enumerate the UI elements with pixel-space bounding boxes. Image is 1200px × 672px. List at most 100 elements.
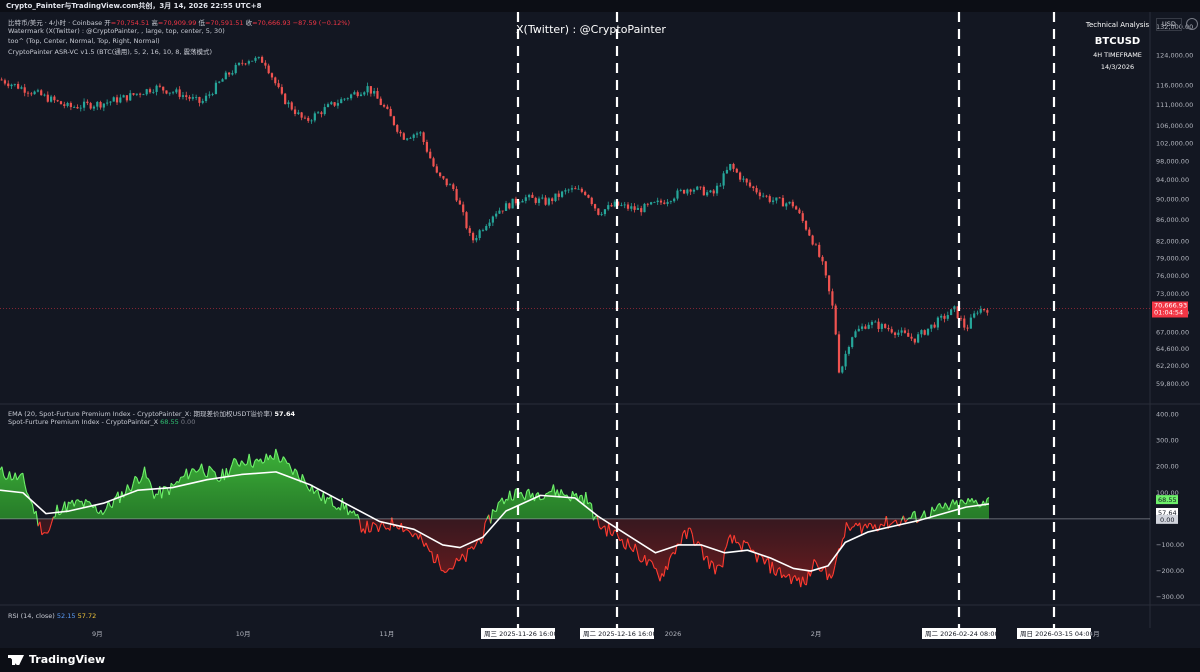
candle-body bbox=[445, 178, 448, 186]
rsi-legend[interactable]: RSI (14, close) 52.15 57.72 bbox=[8, 612, 96, 620]
candle-body bbox=[76, 107, 79, 109]
chart-canvas[interactable]: 132,000.00124,000.00116,000.00111,000.00… bbox=[0, 0, 1200, 648]
candle-body bbox=[854, 331, 857, 338]
premium-negative-area bbox=[0, 518, 989, 588]
candle-body bbox=[831, 291, 834, 306]
candle-body bbox=[435, 166, 438, 173]
candle-body bbox=[349, 94, 353, 99]
candle-body bbox=[33, 91, 36, 95]
candle-body bbox=[188, 96, 191, 99]
candle-body bbox=[376, 91, 379, 99]
candle-body bbox=[260, 56, 264, 63]
candle-body bbox=[340, 99, 343, 104]
price-tick-label: 82,000.00 bbox=[1156, 238, 1189, 246]
time-highlight-label: 周日 2026-03-15 04:00 bbox=[1020, 630, 1094, 638]
candle-body bbox=[966, 327, 969, 329]
candle-body bbox=[788, 201, 791, 204]
premium-index-line bbox=[654, 567, 657, 570]
candle-body bbox=[811, 235, 814, 245]
candle-body bbox=[86, 101, 89, 104]
osc-tick-label: 300.00 bbox=[1156, 437, 1179, 445]
candle-body bbox=[666, 201, 669, 204]
candle-body bbox=[333, 102, 336, 106]
candle-body bbox=[686, 189, 689, 194]
candle-body bbox=[415, 133, 419, 135]
premium-index-legend[interactable]: Spot-Furture Premium Index - CryptoPaint… bbox=[8, 418, 195, 426]
candle-body bbox=[669, 201, 672, 203]
candle-body bbox=[501, 210, 504, 212]
candle-body bbox=[231, 73, 234, 75]
candle-body bbox=[389, 108, 392, 117]
candle-body bbox=[521, 200, 524, 203]
candle-body bbox=[178, 89, 181, 97]
candle-body bbox=[722, 173, 725, 186]
candle-body bbox=[706, 192, 709, 196]
candle-body bbox=[63, 104, 66, 106]
candle-body bbox=[893, 332, 897, 335]
candle-body bbox=[82, 101, 86, 108]
candle-body bbox=[659, 200, 663, 203]
candle-body bbox=[781, 197, 785, 207]
candle-body bbox=[293, 109, 297, 114]
candle-body bbox=[752, 186, 755, 189]
candle-body bbox=[828, 275, 831, 292]
candle-body bbox=[923, 330, 926, 335]
candle-body bbox=[936, 317, 940, 328]
candle-body bbox=[204, 95, 208, 102]
candle-body bbox=[508, 203, 511, 209]
premium-index-line bbox=[279, 461, 282, 463]
chart-info-topline: Crypto_Painter与TradingView.com共创，3月 14, … bbox=[0, 0, 1200, 12]
candle-body bbox=[43, 94, 46, 96]
indicator-legend-watermark[interactable]: Watermark (X(Twitter) : @CryptoPainter, … bbox=[8, 27, 225, 35]
premium-index-line bbox=[541, 498, 545, 500]
candle-body bbox=[40, 90, 43, 96]
candle-body bbox=[241, 62, 244, 64]
price-tick-label: 111,000.00 bbox=[1156, 101, 1193, 109]
candle-body bbox=[673, 198, 676, 202]
candle-body bbox=[26, 92, 30, 94]
candle-body bbox=[735, 168, 738, 173]
candle-body bbox=[399, 131, 402, 134]
candle-body bbox=[129, 93, 132, 101]
ema-legend[interactable]: EMA (20, Spot-Furture Premium Index - Cr… bbox=[8, 408, 295, 418]
close-value: =70,666.93 bbox=[252, 19, 291, 27]
candle-body bbox=[824, 261, 827, 276]
indicator-legend-asr-vc[interactable]: CryptoPainter ASR-VC v1.5 (BTC(通用), 5, 2… bbox=[8, 46, 212, 56]
time-highlight-label: 周二 2026-02-24 08:00 bbox=[925, 630, 999, 638]
premium-index-line bbox=[640, 560, 644, 563]
settings-gear-icon[interactable] bbox=[1186, 18, 1198, 30]
candle-body bbox=[692, 189, 696, 192]
candle-body bbox=[425, 141, 429, 152]
candle-body bbox=[224, 72, 227, 80]
candle-body bbox=[148, 89, 152, 93]
time-highlight-label: 周二 2025-12-16 16:00 bbox=[583, 630, 657, 638]
candle-body bbox=[429, 151, 432, 159]
premium-index-line bbox=[332, 505, 335, 508]
candle-body bbox=[528, 194, 531, 198]
open-value: =70,754.51 bbox=[110, 19, 150, 27]
candle-body bbox=[36, 90, 40, 92]
candle-body bbox=[768, 196, 771, 202]
symbol-legend[interactable]: 比特币/美元 · 4小时 · Coinbase 开=70,754.51 高=70… bbox=[8, 17, 350, 27]
candle-body bbox=[531, 194, 534, 198]
price-tick-label: 79,000.00 bbox=[1156, 254, 1189, 262]
candle-body bbox=[613, 201, 616, 207]
candle-body bbox=[943, 315, 946, 319]
candle-body bbox=[808, 229, 811, 236]
candle-body bbox=[30, 93, 33, 95]
candle-body bbox=[379, 98, 382, 106]
candle-body bbox=[406, 138, 409, 140]
indicator-legend-too[interactable]: too^ (Top, Center, Normal, Top, Right, N… bbox=[8, 37, 160, 45]
candle-body bbox=[953, 306, 956, 310]
low-value: =70,591.51 bbox=[204, 19, 244, 27]
currency-button[interactable]: USD bbox=[1156, 18, 1182, 31]
candle-body bbox=[890, 329, 893, 333]
candle-body bbox=[109, 101, 112, 103]
premium-index-line bbox=[869, 522, 872, 525]
price-tick-label: 90,000.00 bbox=[1156, 196, 1189, 204]
candle-body bbox=[742, 178, 745, 180]
price-tick-label: 94,000.00 bbox=[1156, 176, 1189, 184]
twitter-watermark: X(Twitter) : @CryptoPainter bbox=[516, 23, 666, 36]
candle-body bbox=[142, 94, 145, 96]
candle-body bbox=[3, 80, 7, 84]
